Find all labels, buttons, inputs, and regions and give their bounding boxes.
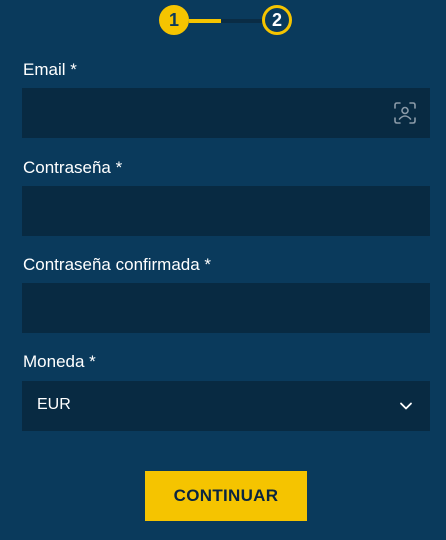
currency-select[interactable]: EUR	[22, 381, 430, 431]
email-label: Email *	[23, 60, 77, 79]
step-2-label: 2	[271, 10, 282, 30]
step-1-label: 1	[168, 10, 179, 30]
stepper-remaining-line	[221, 19, 263, 23]
password-confirm-label: Contraseña confirmada *	[23, 255, 212, 274]
password-field-container	[22, 186, 430, 236]
step-2-indicator[interactable]: 2	[262, 5, 292, 35]
password-field[interactable]	[22, 186, 430, 236]
continue-button[interactable]: CONTINUAR	[145, 471, 307, 521]
currency-label: Moneda *	[23, 352, 96, 371]
stepper: 1 2	[157, 5, 296, 39]
registration-page: 1 2 Email * Contraseña * Contraseña conf…	[0, 0, 446, 540]
email-field[interactable]	[22, 88, 430, 138]
currency-selected-value: EUR	[37, 396, 71, 413]
chevron-down-icon	[400, 402, 412, 410]
email-field-container	[22, 88, 430, 138]
step-1-indicator[interactable]: 1	[159, 5, 189, 35]
stepper-progress-line	[189, 19, 221, 23]
password-label: Contraseña *	[23, 158, 123, 177]
contact-card-icon[interactable]	[394, 102, 416, 124]
password-confirm-field-container	[22, 283, 430, 333]
password-confirm-field[interactable]	[22, 283, 430, 333]
